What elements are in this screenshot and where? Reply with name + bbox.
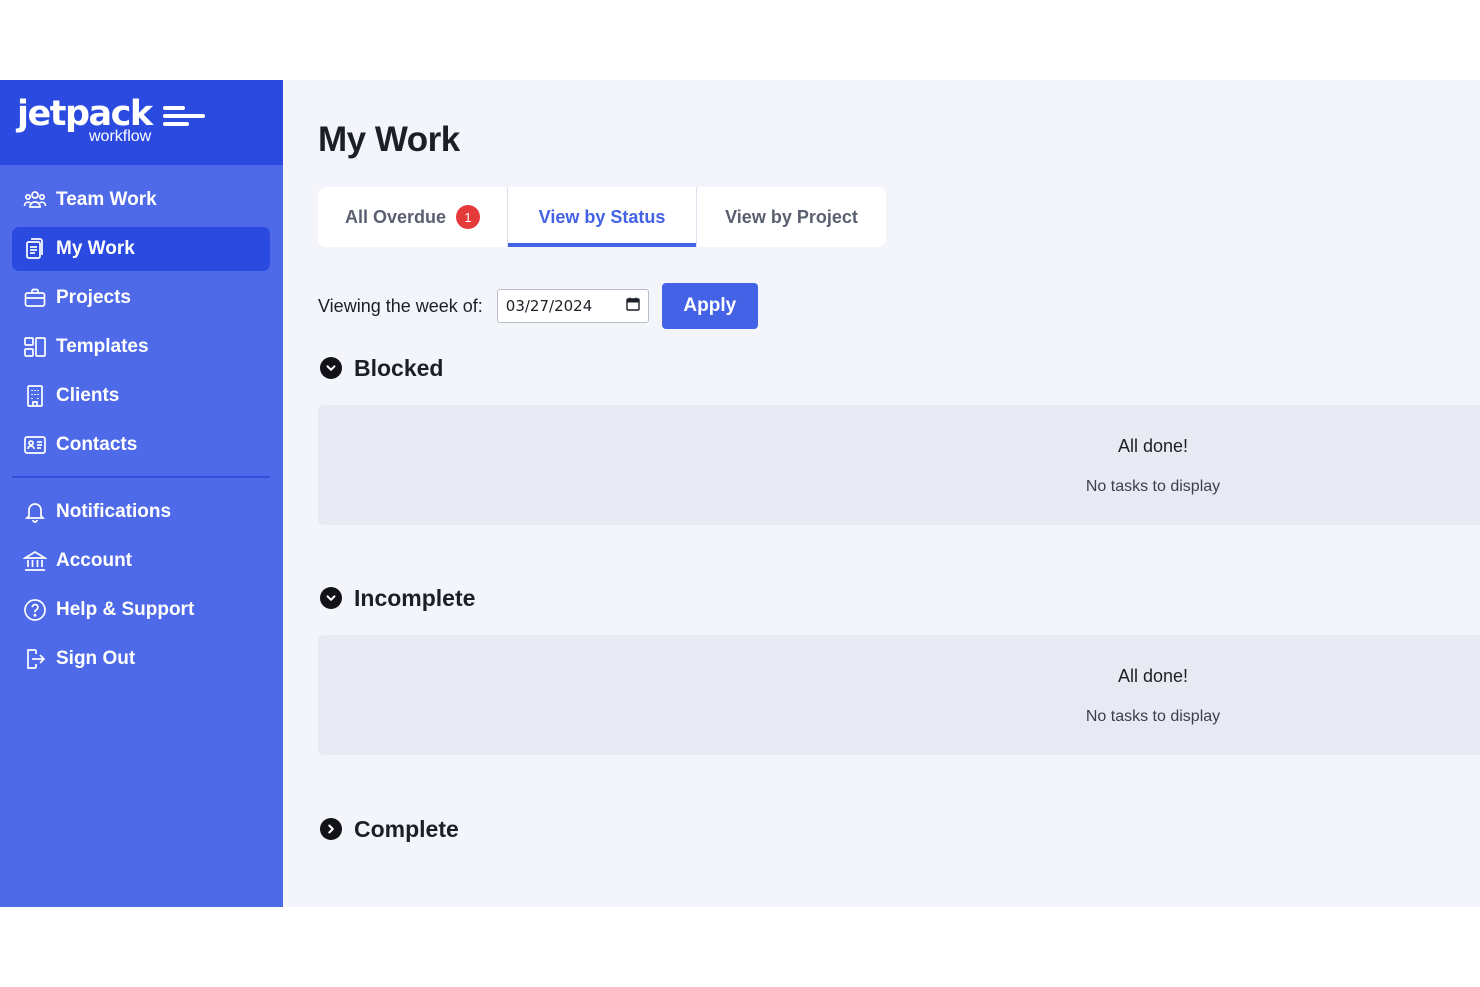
section-blocked-header[interactable]: Blocked bbox=[320, 353, 443, 383]
chevron-right-icon[interactable] bbox=[320, 818, 342, 840]
section-title: Complete bbox=[354, 815, 459, 842]
app-frame: jetpack workflow Team Work My Work Proje… bbox=[0, 80, 1480, 907]
section-title: Incomplete bbox=[354, 584, 476, 611]
bell-icon bbox=[22, 499, 48, 525]
week-filter: Viewing the week of: 03/27/2024 Apply bbox=[318, 283, 758, 329]
jetpack-logo[interactable]: jetpack workflow bbox=[17, 94, 217, 150]
contact-card-icon bbox=[22, 432, 48, 458]
section-complete-header[interactable]: Complete bbox=[320, 814, 459, 844]
tab-all-overdue[interactable]: All Overdue 1 bbox=[318, 187, 507, 247]
sidebar: jetpack workflow Team Work My Work Proje… bbox=[0, 80, 283, 907]
sign-out-icon bbox=[22, 646, 48, 672]
team-icon bbox=[22, 187, 48, 213]
templates-icon bbox=[22, 334, 48, 360]
sidebar-item-account[interactable]: Account bbox=[12, 539, 270, 583]
tab-label: All Overdue bbox=[344, 206, 447, 227]
tab-label: View by Status bbox=[538, 206, 666, 227]
chevron-down-icon[interactable] bbox=[320, 357, 342, 379]
sidebar-item-team-work[interactable]: Team Work bbox=[12, 178, 270, 222]
sidebar-item-projects[interactable]: Projects bbox=[12, 276, 270, 320]
sidebar-item-clients[interactable]: Clients bbox=[12, 374, 270, 418]
sidebar-item-label: Contacts bbox=[56, 434, 138, 455]
sidebar-item-label: Notifications bbox=[56, 501, 172, 522]
empty-state-subtitle: No tasks to display bbox=[1085, 478, 1221, 495]
week-filter-label: Viewing the week of: bbox=[318, 295, 483, 316]
empty-state-title: All done! bbox=[1117, 666, 1189, 686]
sidebar-header: jetpack workflow bbox=[0, 80, 283, 165]
sidebar-item-sign-out[interactable]: Sign Out bbox=[12, 637, 270, 681]
sidebar-item-notifications[interactable]: Notifications bbox=[12, 490, 270, 534]
clipboard-icon bbox=[22, 236, 48, 262]
tab-view-by-status[interactable]: View by Status bbox=[507, 187, 697, 247]
sidebar-item-label: Help & Support bbox=[56, 599, 195, 620]
help-icon bbox=[22, 597, 48, 623]
view-tabs: All Overdue 1 View by Status View by Pro… bbox=[318, 187, 886, 247]
briefcase-icon bbox=[22, 285, 48, 311]
week-date-input[interactable]: 03/27/2024 bbox=[496, 289, 649, 323]
section-incomplete-header[interactable]: Incomplete bbox=[320, 583, 475, 613]
page-title: My Work bbox=[318, 120, 460, 159]
sidebar-item-label: Team Work bbox=[56, 189, 157, 210]
overdue-count-badge: 1 bbox=[456, 205, 481, 229]
calendar-icon[interactable] bbox=[626, 297, 640, 315]
logo-tagline: workflow bbox=[89, 128, 152, 145]
sidebar-item-contacts[interactable]: Contacts bbox=[12, 423, 270, 467]
sidebar-item-help-support[interactable]: Help & Support bbox=[12, 588, 270, 632]
section-title: Blocked bbox=[354, 354, 444, 381]
bank-icon bbox=[22, 548, 48, 574]
speed-lines-icon bbox=[163, 106, 205, 126]
apply-button[interactable]: Apply bbox=[661, 283, 758, 329]
empty-state-title: All done! bbox=[1117, 436, 1189, 456]
tab-label: View by Project bbox=[725, 206, 858, 227]
tab-view-by-project[interactable]: View by Project bbox=[697, 187, 886, 247]
sidebar-item-label: My Work bbox=[56, 238, 135, 259]
main-content: My Work All Overdue 1 View by Status Vie… bbox=[283, 80, 1480, 907]
sidebar-item-label: Clients bbox=[56, 385, 120, 406]
sidebar-nav: Team Work My Work Projects Templates Cli… bbox=[12, 178, 270, 686]
blocked-empty-state: All done! No tasks to display bbox=[318, 405, 1480, 525]
chevron-down-icon[interactable] bbox=[320, 587, 342, 609]
sidebar-item-my-work[interactable]: My Work bbox=[12, 227, 270, 271]
date-value: 03/27/2024 bbox=[505, 297, 593, 315]
sidebar-item-label: Sign Out bbox=[56, 648, 136, 669]
sidebar-item-label: Projects bbox=[56, 287, 131, 308]
sidebar-divider bbox=[12, 476, 270, 478]
building-icon bbox=[22, 383, 48, 409]
incomplete-empty-state: All done! No tasks to display bbox=[318, 635, 1480, 755]
sidebar-item-label: Account bbox=[56, 550, 132, 571]
sidebar-item-label: Templates bbox=[56, 336, 149, 357]
empty-state-subtitle: No tasks to display bbox=[1085, 708, 1221, 725]
sidebar-item-templates[interactable]: Templates bbox=[12, 325, 270, 369]
